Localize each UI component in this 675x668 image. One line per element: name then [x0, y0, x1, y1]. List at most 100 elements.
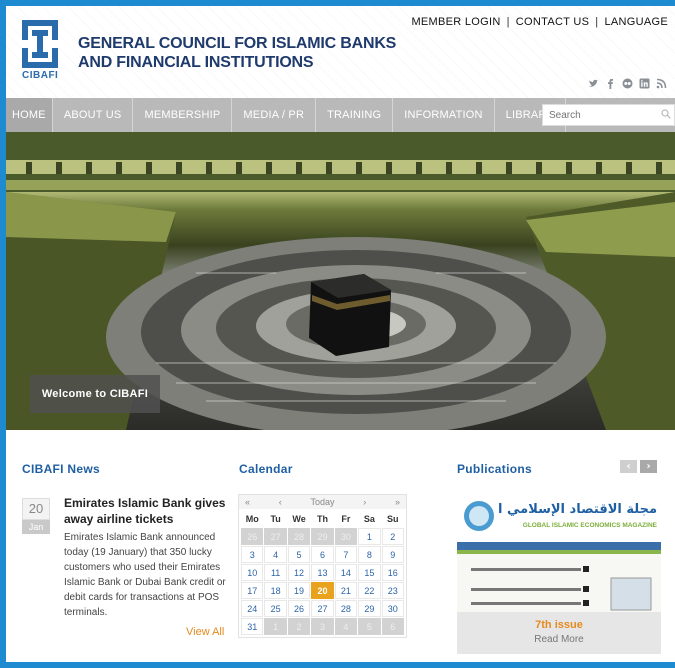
calendar-day-other-month: 27 [264, 528, 287, 545]
calendar-header: « ‹ Today › » [239, 495, 406, 509]
calendar-day-other-month: 1 [264, 618, 287, 635]
next-month-button[interactable]: › [363, 497, 366, 507]
calendar-day[interactable]: 7 [334, 546, 358, 563]
publication-cover[interactable]: مجلة الاقتصاد الإسلامي العالمية GLOBAL I… [457, 494, 661, 612]
calendar-day[interactable]: 27 [311, 600, 334, 617]
calendar-day[interactable]: 22 [358, 582, 381, 599]
calendar-day-header: Mo [245, 514, 259, 524]
separator: | [506, 16, 510, 28]
calendar-day[interactable]: 10 [241, 564, 264, 581]
flickr-icon[interactable] [622, 78, 633, 89]
publication-issue-title[interactable]: 7th issue [457, 619, 661, 631]
calendar-day-header: Tu [270, 514, 281, 524]
logo-text: CIBAFI [22, 70, 59, 81]
calendar-day[interactable]: 28 [334, 600, 358, 617]
calendar-day[interactable]: 4 [264, 546, 287, 563]
calendar-day[interactable]: 24 [241, 600, 264, 617]
prev-publication-button[interactable]: ‹ [620, 460, 637, 473]
calendar-day[interactable]: 30 [381, 600, 404, 617]
calendar-day[interactable]: 26 [287, 600, 311, 617]
calendar: « ‹ Today › » Mo Tu We Th Fr Sa Su 26 27 28 29 30 1 2… [238, 494, 407, 638]
organization-name[interactable]: GENERAL COUNCIL FOR ISLAMIC BANKS AND FI… [78, 34, 418, 72]
twitter-icon[interactable] [588, 78, 599, 89]
calendar-day-other-month: 29 [311, 528, 334, 545]
calendar-day[interactable]: 2 [381, 528, 404, 545]
calendar-day[interactable]: 25 [264, 600, 287, 617]
news-headline[interactable]: Emirates Islamic Bank gives away airline… [64, 495, 234, 527]
calendar-day-other-month: 4 [334, 618, 358, 635]
prev-month-button[interactable]: ‹ [279, 497, 282, 507]
calendar-day[interactable]: 29 [358, 600, 381, 617]
news-body: Emirates Islamic Bank announced today (1… [64, 532, 226, 618]
calendar-day-other-month: 30 [334, 528, 358, 545]
calendar-day-other-month: 2 [287, 618, 311, 635]
nav-media-pr[interactable]: MEDIA / PR [232, 98, 317, 132]
publications-title: Publications [457, 462, 532, 476]
today-button[interactable]: Today [310, 497, 334, 507]
calendar-day-header: Sa [363, 514, 375, 524]
calendar-day[interactable]: 23 [381, 582, 404, 599]
calendar-title: Calendar [239, 462, 293, 476]
welcome-caption[interactable]: Welcome to CIBAFI [30, 375, 160, 413]
calendar-day-today[interactable]: 20 [311, 582, 334, 599]
read-more-link[interactable]: Read More [457, 634, 661, 645]
search-input[interactable] [543, 105, 653, 126]
linkedin-icon[interactable] [639, 78, 650, 89]
next-year-button[interactable]: » [395, 497, 400, 507]
search-box [542, 104, 675, 126]
news-title: CIBAFI News [22, 462, 100, 476]
nav-home[interactable]: HOME [6, 98, 53, 132]
hero-banner: Welcome to CIBAFI [6, 132, 675, 430]
calendar-day[interactable]: 18 [264, 582, 287, 599]
publication-info: 7th issue Read More [457, 612, 661, 654]
publications-pager: ‹ › [620, 460, 657, 473]
calendar-day[interactable]: 17 [241, 582, 264, 599]
calendar-day[interactable]: 9 [381, 546, 404, 563]
calendar-day[interactable]: 5 [287, 546, 311, 563]
social-icons [588, 78, 667, 89]
calendar-day-header: Fr [341, 514, 351, 524]
calendar-day-other-month: 26 [241, 528, 264, 545]
news-date-day: 20 [22, 498, 50, 520]
separator: | [595, 16, 599, 28]
rss-icon[interactable] [656, 78, 667, 89]
cover-title-english: GLOBAL ISLAMIC ECONOMICS MAGAZINE [522, 522, 657, 529]
next-publication-button[interactable]: › [640, 460, 657, 473]
search-icon[interactable] [661, 109, 671, 119]
page: CIBAFI GENERAL COUNCIL FOR ISLAMIC BANKS… [6, 6, 675, 662]
calendar-day-header: Su [387, 514, 399, 524]
nav-about-us[interactable]: ABOUT US [53, 98, 134, 132]
calendar-day[interactable]: 12 [287, 564, 311, 581]
calendar-day-other-month: 28 [287, 528, 311, 545]
calendar-day[interactable]: 16 [381, 564, 404, 581]
calendar-grid: Mo Tu We Th Fr Sa Su 26 27 28 29 30 1 2 3 4 5 6 7 8 9 10 11 12 1… [239, 509, 406, 637]
news-date: 20 Jan [22, 498, 50, 534]
facebook-icon[interactable] [605, 78, 616, 89]
nav-membership[interactable]: MEMBERSHIP [133, 98, 233, 132]
language-link[interactable]: LANGUAGE [604, 16, 668, 28]
calendar-day[interactable]: 31 [241, 618, 264, 635]
calendar-day[interactable]: 15 [358, 564, 381, 581]
calendar-day-other-month: 3 [311, 618, 334, 635]
publication-card[interactable]: مجلة الاقتصاد الإسلامي العالمية GLOBAL I… [457, 494, 661, 654]
news-date-month: Jan [22, 520, 50, 534]
calendar-day[interactable]: 6 [311, 546, 334, 563]
top-links: MEMBER LOGIN | CONTACT US | LANGUAGE [411, 16, 668, 28]
view-all-link[interactable]: View All [186, 626, 224, 638]
nav-information[interactable]: INFORMATION [393, 98, 495, 132]
calendar-day[interactable]: 14 [334, 564, 358, 581]
calendar-day[interactable]: 19 [287, 582, 311, 599]
calendar-day-header: We [292, 514, 306, 524]
calendar-day[interactable]: 21 [334, 582, 358, 599]
nav-training[interactable]: TRAINING [316, 98, 394, 132]
calendar-day[interactable]: 3 [241, 546, 264, 563]
calendar-day[interactable]: 13 [311, 564, 334, 581]
contact-us-link[interactable]: CONTACT US [516, 16, 590, 28]
calendar-day[interactable]: 8 [358, 546, 381, 563]
calendar-day[interactable]: 1 [358, 528, 381, 545]
calendar-day[interactable]: 11 [264, 564, 287, 581]
header: CIBAFI GENERAL COUNCIL FOR ISLAMIC BANKS… [6, 6, 675, 98]
prev-year-button[interactable]: « [245, 497, 250, 507]
calendar-day-header: Th [316, 514, 328, 524]
member-login-link[interactable]: MEMBER LOGIN [411, 16, 500, 28]
